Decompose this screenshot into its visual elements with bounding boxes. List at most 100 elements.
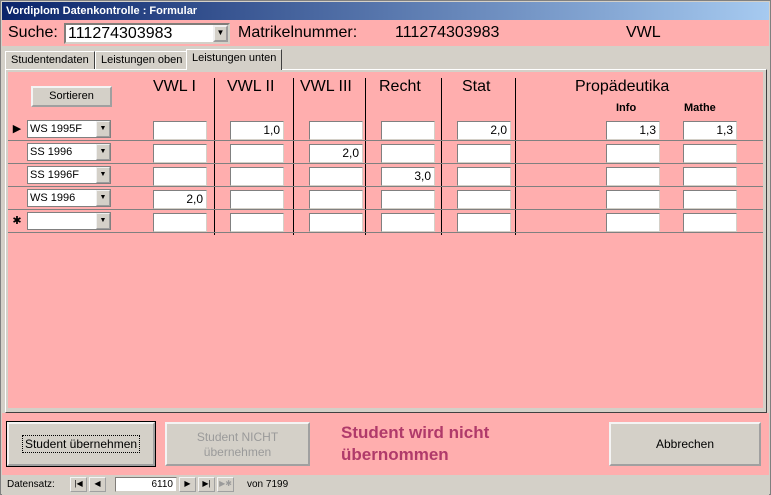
sort-button[interactable]: Sortieren — [31, 86, 112, 107]
chevron-down-icon[interactable]: ▼ — [96, 144, 110, 160]
tab-leistungen-unten[interactable]: Leistungen unten — [186, 49, 283, 70]
grade-input[interactable]: 2,0 — [457, 121, 511, 140]
chevron-down-icon[interactable]: ▼ — [96, 213, 110, 229]
grade-input[interactable] — [683, 190, 737, 209]
semester-combobox[interactable]: ▼ — [27, 212, 111, 230]
grade-input[interactable]: 1,0 — [230, 121, 284, 140]
grade-input[interactable] — [230, 144, 284, 163]
chevron-down-icon[interactable]: ▼ — [96, 167, 110, 183]
search-value: 111274303983 — [68, 25, 173, 42]
col-propaedeutika: Propädeutika — [575, 78, 670, 95]
grade-input[interactable] — [309, 121, 363, 140]
form-footer: Student übernehmen Student NICHT überneh… — [2, 413, 769, 475]
grade-input[interactable] — [153, 144, 207, 163]
reject-label-line1: Student NICHT — [196, 430, 279, 444]
grade-input[interactable] — [606, 144, 660, 163]
record-label: Datensatz: — [7, 479, 55, 490]
table-row: SS 1996F ▼ 3,0 — [8, 164, 763, 186]
status-line2: übernommen — [341, 445, 449, 464]
search-combobox[interactable]: 111274303983 ▼ — [64, 23, 230, 44]
record-selector[interactable] — [8, 141, 26, 163]
record-total-value: 7199 — [265, 479, 289, 490]
record-navigator: Datensatz: |◀ ◀ 6110 ▶ ▶| ▶✱ von 7199 — [2, 475, 769, 495]
chevron-down-icon[interactable]: ▼ — [213, 25, 228, 42]
tab-panel: Sortieren VWL I VWL II VWL III Recht Sta… — [5, 69, 767, 413]
grade-input[interactable] — [683, 144, 737, 163]
grade-input[interactable] — [153, 121, 207, 140]
row-divider — [8, 232, 763, 233]
next-record-icon[interactable]: ▶ — [179, 477, 196, 492]
record-number-input[interactable]: 6110 — [115, 477, 177, 492]
record-selector[interactable] — [8, 187, 26, 209]
cancel-button[interactable]: Abbrechen — [609, 422, 761, 466]
semester-value: SS 1996F — [30, 169, 79, 181]
grade-input[interactable] — [457, 144, 511, 163]
last-record-icon[interactable]: ▶| — [198, 477, 215, 492]
grade-input[interactable] — [153, 213, 207, 232]
col-vwl2: VWL II — [227, 78, 275, 95]
title-bar: Vordiplom Datenkontrolle : Formular — [2, 2, 769, 20]
matrikel-value: 111274303983 — [395, 24, 500, 41]
accept-student-label: Student übernehmen — [21, 435, 141, 453]
semester-combobox[interactable]: WS 1996 ▼ — [27, 189, 111, 207]
table-row: WS 1996 ▼ 2,0 — [8, 187, 763, 209]
semester-value: WS 1995F — [30, 123, 82, 135]
new-record-icon[interactable]: ▶✱ — [217, 477, 234, 492]
grade-input[interactable] — [309, 167, 363, 186]
col-recht: Recht — [379, 78, 421, 95]
grade-input[interactable] — [381, 213, 435, 232]
matrikel-label: Matrikelnummer: — [238, 24, 358, 41]
grade-input[interactable] — [230, 190, 284, 209]
record-selector[interactable]: ✱ — [8, 210, 26, 232]
table-row: ✱ ▼ — [8, 210, 763, 232]
grade-input[interactable] — [683, 213, 737, 232]
grade-input[interactable]: 2,0 — [153, 190, 207, 209]
grade-input[interactable] — [381, 144, 435, 163]
subcol-mathe: Mathe — [684, 102, 716, 114]
chevron-down-icon[interactable]: ▼ — [96, 190, 110, 206]
record-selector[interactable] — [8, 164, 26, 186]
grade-input[interactable]: 3,0 — [381, 167, 435, 186]
form-header: Suche: 111274303983 ▼ Matrikelnummer: 11… — [2, 20, 769, 46]
grade-input[interactable] — [457, 213, 511, 232]
grade-input[interactable]: 1,3 — [683, 121, 737, 140]
grades-sheet: Sortieren VWL I VWL II VWL III Recht Sta… — [8, 72, 763, 408]
grade-input[interactable] — [606, 167, 660, 186]
grade-input[interactable] — [309, 190, 363, 209]
tab-studentendaten[interactable]: Studentendaten — [5, 51, 95, 69]
prev-record-icon[interactable]: ◀ — [89, 477, 106, 492]
semester-value: WS 1996 — [30, 192, 76, 204]
grade-input[interactable] — [606, 190, 660, 209]
fach-value: VWL — [626, 24, 661, 41]
status-message: Student wird nicht übernommen — [341, 422, 489, 466]
table-row: ▶ WS 1995F ▼ 1,0 2,0 1,3 1,3 — [8, 118, 763, 140]
chevron-down-icon[interactable]: ▼ — [96, 121, 110, 137]
status-line1: Student wird nicht — [341, 423, 490, 442]
reject-student-button[interactable]: Student NICHT übernehmen — [165, 422, 310, 466]
col-vwl3: VWL III — [300, 78, 352, 95]
grade-input[interactable] — [381, 121, 435, 140]
semester-combobox[interactable]: SS 1996F ▼ — [27, 166, 111, 184]
grade-input[interactable] — [457, 167, 511, 186]
semester-combobox[interactable]: WS 1995F ▼ — [27, 120, 111, 138]
semester-combobox[interactable]: SS 1996 ▼ — [27, 143, 111, 161]
reject-label-line2: übernehmen — [203, 445, 272, 459]
record-of-label: von — [247, 479, 264, 490]
grade-input[interactable] — [309, 213, 363, 232]
grade-input[interactable] — [230, 167, 284, 186]
first-record-icon[interactable]: |◀ — [70, 477, 87, 492]
col-vwl1: VWL I — [153, 78, 196, 95]
grade-input[interactable] — [153, 167, 207, 186]
grade-input[interactable] — [606, 213, 660, 232]
grade-input[interactable] — [457, 190, 511, 209]
grade-input[interactable]: 1,3 — [606, 121, 660, 140]
record-selector[interactable]: ▶ — [8, 118, 26, 140]
accept-student-button[interactable]: Student übernehmen — [6, 421, 156, 467]
grade-input[interactable]: 2,0 — [309, 144, 363, 163]
tab-leistungen-oben[interactable]: Leistungen oben — [95, 51, 189, 69]
grade-input[interactable] — [230, 213, 284, 232]
col-stat: Stat — [462, 78, 491, 95]
subcol-info: Info — [616, 102, 637, 114]
grade-input[interactable] — [381, 190, 435, 209]
grade-input[interactable] — [683, 167, 737, 186]
